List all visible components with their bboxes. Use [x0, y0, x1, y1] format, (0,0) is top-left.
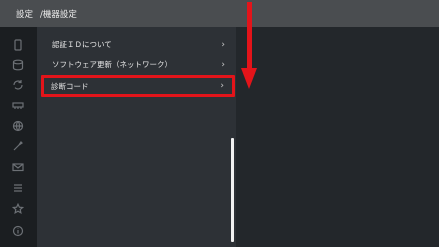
arrow-head [241, 68, 257, 89]
refresh-icon[interactable] [11, 79, 25, 91]
menu-item-auth-id[interactable]: 認証ＩＤについて › [45, 35, 233, 54]
star-icon[interactable] [11, 203, 25, 215]
menu-item-software-update[interactable]: ソフトウェア更新（ネットワーク） › [45, 55, 233, 74]
tools-icon[interactable] [11, 140, 25, 152]
chevron-right-icon: › [220, 81, 224, 91]
settings-screen: 設定 /機器設定 認証ＩＤについて › ソフトウェア更新（ネットワーク） › 診… [0, 0, 439, 247]
globe-icon[interactable] [11, 120, 25, 132]
info-icon[interactable] [11, 225, 25, 237]
network-icon[interactable] [11, 99, 25, 111]
storage-icon[interactable] [11, 59, 25, 71]
down-arrow-annotation [241, 2, 259, 90]
menu-item-label: ソフトウェア更新（ネットワーク） [52, 60, 172, 69]
detail-pane [236, 27, 439, 247]
top-bar: 設定 /機器設定 [0, 0, 439, 27]
menu-item-diagnostic-code[interactable]: 診断コード › [41, 75, 235, 97]
menu-item-label: 認証ＩＤについて [52, 40, 112, 49]
settings-menu: 認証ＩＤについて › ソフトウェア更新（ネットワーク） › 診断コード › [37, 27, 236, 247]
scrollbar[interactable] [231, 138, 234, 242]
menu-item-label: 診断コード [51, 81, 89, 91]
breadcrumb: /機器設定 [40, 9, 77, 20]
arrow-shaft [247, 2, 252, 70]
chevron-right-icon: › [221, 39, 225, 50]
sidebar-rail [0, 27, 37, 247]
device-icon[interactable] [11, 39, 25, 51]
list-icon[interactable] [11, 182, 25, 194]
chevron-right-icon: › [221, 59, 225, 70]
page-title: 設定 [16, 9, 34, 20]
mail-icon[interactable] [11, 161, 25, 173]
